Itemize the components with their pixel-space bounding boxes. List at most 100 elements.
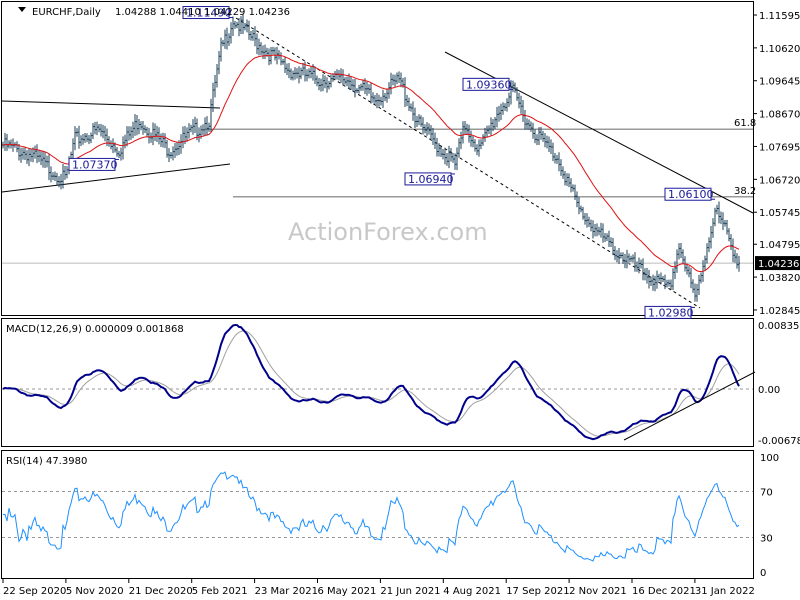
price-bar	[116, 146, 118, 157]
price-bar	[54, 171, 56, 182]
x-tick-label: 31 Jan 2022	[695, 586, 755, 597]
price-bar	[154, 123, 156, 142]
price-bar	[176, 142, 178, 156]
price-bar	[238, 18, 240, 37]
price-bar	[354, 79, 356, 98]
annotation-label: 1.06100	[668, 188, 714, 201]
price-bar	[690, 267, 692, 289]
price-bar	[422, 117, 424, 135]
rsi-tick-label: 30	[760, 534, 773, 545]
price-bar	[394, 74, 396, 87]
price-bar	[566, 173, 568, 187]
price-bar	[340, 68, 342, 83]
price-bar	[228, 33, 230, 46]
price-bar	[448, 145, 450, 169]
price-bar	[174, 143, 176, 158]
collapse-triangle-icon[interactable]	[18, 7, 26, 12]
x-tick-label: 23 Mar 2021	[255, 586, 318, 597]
price-bar	[464, 121, 466, 135]
price-bar	[104, 125, 106, 142]
x-tick-label: 21 Jun 2021	[380, 586, 440, 597]
price-bar	[112, 138, 114, 154]
price-bar	[406, 94, 408, 107]
price-bar	[366, 81, 368, 96]
price-bar	[676, 249, 678, 273]
price-bar	[130, 126, 132, 140]
price-bar	[692, 279, 694, 293]
price-bar	[40, 151, 42, 166]
price-bar	[330, 74, 332, 88]
price-bar	[358, 84, 360, 94]
rsi-tick-label: 0	[760, 568, 766, 579]
price-bar	[338, 69, 340, 81]
price-bar	[708, 237, 710, 253]
price-bar	[306, 69, 308, 82]
price-bar	[244, 22, 246, 31]
x-tick-label: 21 Dec 2020	[129, 586, 193, 597]
price-bar	[522, 99, 524, 122]
price-bar	[572, 184, 574, 192]
price-bar	[634, 252, 636, 272]
price-bar	[446, 153, 448, 166]
price-bar	[420, 115, 422, 127]
price-bar	[300, 67, 302, 80]
macd-line	[2, 323, 740, 441]
price-bar	[194, 116, 196, 134]
price-bar	[552, 142, 554, 162]
price-annotation: 1.06940	[404, 172, 455, 186]
price-bar	[314, 66, 316, 84]
price-bar	[102, 124, 104, 139]
price-bar	[274, 47, 276, 61]
price-bar	[544, 133, 546, 148]
price-bar	[84, 133, 86, 143]
price-bar	[512, 80, 514, 93]
price-bar	[726, 219, 728, 235]
price-bar	[718, 201, 720, 224]
price-bar	[240, 16, 242, 35]
price-bar	[208, 122, 210, 132]
price-bar	[334, 70, 336, 81]
price-bar	[282, 58, 284, 65]
price-bar	[482, 134, 484, 146]
price-annotation: 1.07370	[68, 157, 119, 171]
price-bar	[650, 276, 652, 286]
macd-title: MACD(12,26,9) 0.000009 0.001868	[6, 324, 184, 335]
price-bar	[698, 274, 700, 295]
price-bar	[410, 103, 412, 112]
price-bar	[284, 57, 286, 73]
price-bar	[4, 132, 6, 151]
price-bar	[658, 273, 660, 282]
price-bar	[250, 30, 252, 41]
macd-tick-label: -0.006788	[758, 436, 800, 447]
price-bar	[442, 149, 444, 160]
price-bar	[126, 126, 128, 147]
y-tick-label: 1.02845	[759, 306, 800, 317]
price-bar	[626, 249, 628, 269]
price-bar	[514, 82, 516, 93]
price-bar	[534, 129, 536, 144]
fib-label: 38.2	[734, 186, 756, 197]
price-bar	[372, 92, 374, 103]
price-bar	[716, 204, 718, 215]
x-tick-label: 2 Nov 2021	[569, 586, 627, 597]
price-bar	[370, 82, 372, 104]
annotation-label: 1.09360	[466, 78, 512, 91]
price-bar	[286, 63, 288, 76]
price-bar	[360, 83, 362, 91]
price-bar	[170, 151, 172, 159]
price-bar	[560, 159, 562, 176]
chart-canvas: ActionForex.com 61.838.21.114901.073701.…	[1, 1, 800, 597]
price-bar	[630, 255, 632, 262]
price-bar	[148, 127, 150, 144]
price-bar	[536, 134, 538, 146]
price-bar	[46, 155, 48, 168]
price-bar	[622, 252, 624, 265]
price-bar	[318, 77, 320, 91]
price-bar	[110, 140, 112, 150]
price-bar	[320, 78, 322, 92]
price-bar	[16, 141, 18, 153]
price-bar	[480, 139, 482, 150]
price-bar	[362, 79, 364, 91]
price-bar	[172, 146, 174, 161]
price-bar	[88, 135, 90, 145]
